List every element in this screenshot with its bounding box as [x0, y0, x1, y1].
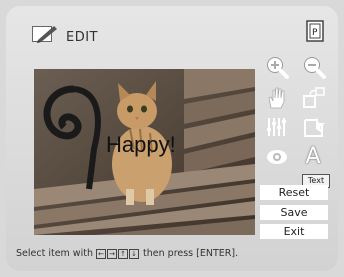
rotate-resize-icon[interactable]: [301, 85, 327, 111]
up-arrow-key-icon: ↑: [118, 248, 128, 259]
zoom-in-icon[interactable]: [264, 54, 290, 80]
arrow-keys: ← → ↑ ↓: [96, 248, 140, 259]
text-tool-icon[interactable]: A: [300, 144, 326, 170]
adjust-sliders-icon[interactable]: [264, 114, 290, 140]
red-eye-icon[interactable]: [264, 144, 290, 170]
status-instruction: Select item with ← → ↑ ↓ then press [ENTER]…: [16, 248, 238, 259]
status-prefix: Select item with: [16, 248, 93, 259]
photo-preview[interactable]: Happy!: [34, 69, 255, 235]
status-suffix: then press [ENTER].: [143, 248, 239, 259]
svg-text:P: P: [312, 28, 318, 38]
frame-stamp-icon[interactable]: [301, 114, 327, 140]
down-arrow-key-icon: ↓: [129, 248, 139, 259]
print-preview-icon[interactable]: P: [306, 20, 324, 42]
exit-button[interactable]: Exit: [260, 224, 328, 239]
zoom-out-icon[interactable]: [301, 54, 327, 80]
move-hand-icon[interactable]: [264, 85, 290, 111]
left-arrow-key-icon: ←: [96, 248, 106, 259]
save-button[interactable]: Save: [260, 205, 328, 220]
right-arrow-key-icon: →: [107, 248, 117, 259]
reset-button[interactable]: Reset: [260, 185, 328, 200]
edit-pencil-icon: [32, 24, 58, 44]
page-title: EDIT: [66, 30, 98, 45]
photo-text-overlay[interactable]: Happy!: [106, 132, 176, 158]
